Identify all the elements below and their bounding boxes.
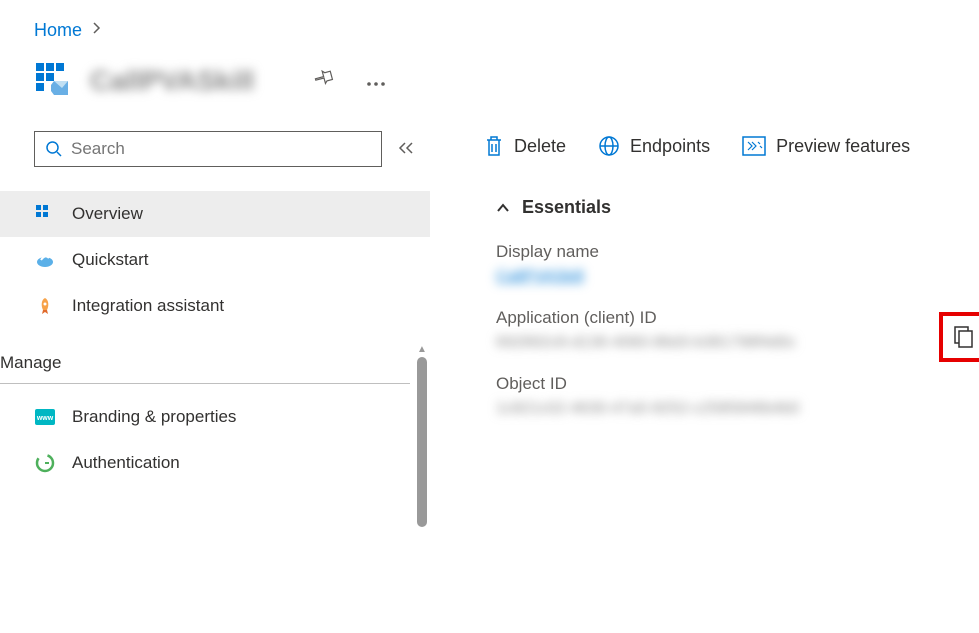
sidebar-item-integration-assistant[interactable]: Integration assistant — [0, 283, 430, 329]
toolbar-label: Endpoints — [630, 136, 710, 157]
scrollbar-thumb[interactable] — [417, 357, 427, 527]
collapse-sidebar-icon[interactable] — [398, 139, 414, 160]
app-id-value: 692892c8-d136-4060-86d3-b381798f4d0c — [496, 334, 979, 352]
object-id-block: Object ID 1c821c02-4630-47a5-8252-c25858… — [484, 374, 979, 418]
breadcrumb: Home — [0, 0, 979, 51]
more-icon[interactable] — [358, 70, 394, 93]
rocket-icon — [34, 295, 56, 317]
sidebar-item-label: Overview — [72, 204, 143, 224]
pin-icon[interactable] — [306, 68, 342, 94]
branding-icon: www — [34, 406, 56, 428]
endpoints-button[interactable]: Endpoints — [598, 135, 710, 157]
sidebar-item-authentication[interactable]: Authentication — [0, 440, 430, 486]
app-id-block: Application (client) ID 692892c8-d136-40… — [484, 308, 979, 352]
app-id-label: Application (client) ID — [496, 308, 979, 328]
toolbar-label: Preview features — [776, 136, 910, 157]
sidebar-item-branding[interactable]: www Branding & properties — [0, 394, 430, 440]
breadcrumb-home-link[interactable]: Home — [34, 20, 82, 41]
trash-icon — [484, 135, 504, 157]
page-title: CallPVASkill — [90, 65, 290, 97]
sidebar-item-label: Integration assistant — [72, 296, 224, 316]
display-name-block: Display name CallPVASkill — [484, 242, 979, 286]
svg-text:www: www — [36, 415, 54, 422]
sidebar-item-overview[interactable]: Overview — [0, 191, 430, 237]
delete-button[interactable]: Delete — [484, 135, 566, 157]
overview-icon — [34, 203, 56, 225]
chevron-up-icon — [496, 203, 510, 213]
display-name-label: Display name — [496, 242, 979, 262]
essentials-toggle[interactable]: Essentials — [484, 197, 979, 218]
sidebar-item-label: Authentication — [72, 453, 180, 473]
copy-app-id-highlight — [939, 312, 979, 362]
authentication-icon — [34, 452, 56, 474]
preview-features-button[interactable]: Preview features — [742, 136, 910, 157]
sidebar-item-label: Branding & properties — [72, 407, 236, 427]
preview-icon — [742, 136, 766, 156]
essentials-title: Essentials — [522, 197, 611, 218]
display-name-value[interactable]: CallPVASkill — [496, 268, 979, 286]
sidebar-section-manage: Manage — [0, 329, 410, 384]
scrollbar[interactable]: ▲ — [416, 343, 428, 633]
sidebar-item-label: Quickstart — [72, 250, 149, 270]
main-content: Delete Endpoints Preview features Essent… — [430, 131, 979, 486]
globe-icon — [598, 135, 620, 157]
object-id-value: 1c821c02-4630-47a5-8252-c2585846b4b0 — [496, 400, 979, 418]
toolbar-label: Delete — [514, 136, 566, 157]
chevron-right-icon — [92, 21, 102, 40]
scrollbar-arrow-up-icon[interactable]: ▲ — [416, 343, 428, 355]
sidebar-item-quickstart[interactable]: Quickstart — [0, 237, 430, 283]
search-box[interactable] — [34, 131, 382, 167]
copy-icon[interactable] — [953, 325, 975, 349]
app-registration-icon — [34, 61, 74, 101]
toolbar: Delete Endpoints Preview features — [484, 135, 979, 157]
object-id-label: Object ID — [496, 374, 979, 394]
search-icon — [45, 140, 63, 158]
sidebar: Overview Quickstart Integration assistan… — [0, 131, 430, 486]
quickstart-icon — [34, 249, 56, 271]
search-input[interactable] — [71, 139, 371, 159]
page-header: CallPVASkill — [0, 51, 979, 131]
